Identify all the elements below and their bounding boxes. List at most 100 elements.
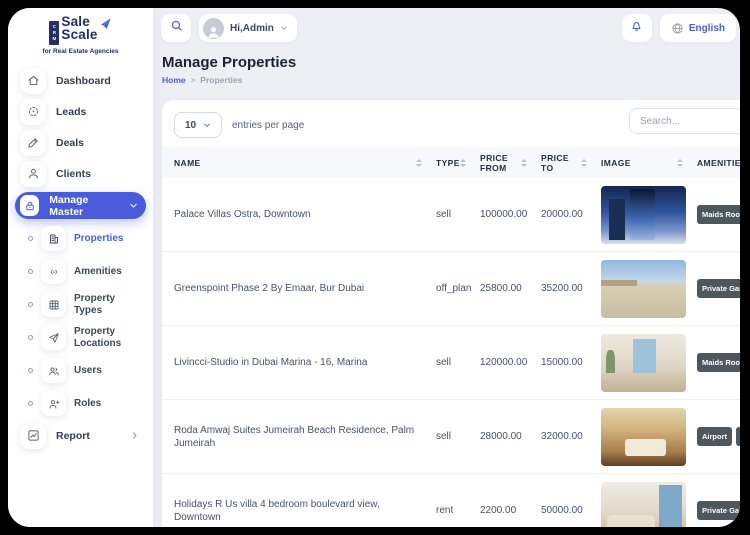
cell-price-from: 28000.00: [480, 430, 541, 443]
cell-price-from: 120000.00: [480, 356, 541, 369]
globe-icon: [671, 22, 684, 35]
sidebar-item-label: Amenities: [74, 266, 122, 278]
topbar: Hi,Admin English: [161, 13, 736, 43]
cell-price-to: 20000.00: [541, 208, 601, 221]
crm-badge: CRM: [49, 21, 59, 45]
cell-price-from: 2200.00: [480, 504, 541, 517]
sidebar-item-clients[interactable]: Clients: [8, 158, 153, 189]
paper-plane-icon: [96, 17, 112, 38]
sort-icon: [416, 159, 422, 167]
cell-price-from: 100000.00: [480, 208, 541, 221]
sidebar-item-report[interactable]: Report: [8, 420, 153, 451]
cell-image: [601, 408, 697, 466]
sidebar-item-label: Users: [74, 365, 102, 377]
sidebar-item-amenities[interactable]: Amenities: [8, 255, 153, 288]
bullet-icon: [28, 269, 33, 274]
table-row[interactable]: Greenspoint Phase 2 By Emaar, Bur Dubai …: [162, 252, 740, 326]
page-head: Manage Properties Home > Properties: [162, 54, 296, 85]
logo-tagline: for Real Estate Agencies: [8, 48, 153, 55]
table-body: Palace Villas Ostra, Downtown sell 10000…: [162, 178, 740, 527]
column-label: NAME: [174, 158, 201, 168]
sidebar-item-deals[interactable]: Deals: [8, 127, 153, 158]
chevron-right-icon: [130, 431, 139, 440]
bullet-icon: [28, 401, 33, 406]
table-row[interactable]: Livincci-Studio in Dubai Marina - 16, Ma…: [162, 326, 740, 400]
bullet-icon: [28, 335, 33, 340]
users-icon: [41, 358, 66, 383]
cell-amenities: Private Garden: [697, 279, 740, 298]
column-label: AMENITIES: [697, 158, 740, 168]
column-label: IMAGE: [601, 158, 631, 168]
property-image: [601, 334, 686, 392]
chevron-down-icon: [280, 24, 288, 32]
entries-per-page-select[interactable]: 10: [174, 112, 222, 138]
user-icon: [20, 161, 46, 187]
amenity-badge: Maids Room: [697, 353, 740, 372]
sidebar-item-label: Report: [56, 430, 90, 442]
table-row[interactable]: Palace Villas Ostra, Downtown sell 10000…: [162, 178, 740, 252]
user-name: Hi,Admin: [230, 23, 274, 34]
home-icon: [20, 68, 46, 94]
page-title: Manage Properties: [162, 54, 296, 71]
language-selector[interactable]: English: [660, 14, 736, 42]
column-label: PRICE TO: [541, 153, 581, 173]
property-image: [601, 186, 686, 244]
column-header-type[interactable]: TYPE: [436, 158, 480, 168]
sidebar-item-manage-master[interactable]: Manage Master: [15, 192, 146, 219]
table-row[interactable]: Roda Amwaj Suites Jumeirah Beach Residen…: [162, 400, 740, 474]
column-header-image[interactable]: IMAGE: [601, 158, 697, 168]
cell-image: [601, 482, 697, 528]
amenity-badge: Maids Room: [697, 205, 740, 224]
cell-type: rent: [436, 504, 480, 517]
table-row[interactable]: Holidays R Us villa 4 bedroom boulevard …: [162, 474, 740, 527]
sidebar-item-label: Manage Master: [49, 194, 119, 218]
property-image: [601, 408, 686, 466]
cell-image: [601, 186, 697, 244]
sort-icon: [677, 159, 683, 167]
cell-type: off_plan: [436, 282, 480, 295]
sort-icon: [581, 159, 587, 167]
search-button[interactable]: [161, 14, 191, 42]
cell-price-to: 50000.00: [541, 504, 601, 517]
amenity-badge: Private Garden: [697, 279, 740, 298]
sidebar-nav: Dashboard Leads Deals Clients Manage Mas…: [8, 65, 153, 451]
breadcrumb-home[interactable]: Home: [162, 75, 186, 85]
search-input[interactable]: [629, 108, 740, 134]
cell-amenities: Airport Private Garden: [697, 427, 740, 446]
sidebar-item-users[interactable]: Users: [8, 354, 153, 387]
sidebar-item-properties[interactable]: Properties: [8, 222, 153, 255]
entries-label: entries per page: [232, 120, 304, 131]
column-header-price-from[interactable]: PRICE FROM: [480, 153, 541, 173]
main-content: Hi,Admin English Manage Properties: [153, 8, 740, 527]
cell-price-to: 35200.00: [541, 282, 601, 295]
column-header-name[interactable]: NAME: [174, 158, 436, 168]
sidebar-item-leads[interactable]: Leads: [8, 96, 153, 127]
column-header-price-to[interactable]: PRICE TO: [541, 153, 601, 173]
properties-table: NAME TYPE PRICE FROM PRICE TO IMAGE AMEN…: [162, 147, 740, 527]
sidebar-item-label: Deals: [56, 137, 84, 149]
sidebar-item-roles[interactable]: Roles: [8, 387, 153, 420]
sidebar-item-dashboard[interactable]: Dashboard: [8, 65, 153, 96]
user-menu[interactable]: Hi,Admin: [199, 14, 297, 42]
properties-card: 10 entries per page NAME TYPE PRICE FROM…: [162, 100, 740, 527]
cell-type: sell: [436, 356, 480, 369]
app-logo[interactable]: CRM SaleScale for Real Estate Agencies: [8, 8, 153, 55]
sidebar-item-property-locations[interactable]: Property Locations: [8, 321, 153, 354]
signal-icon: [41, 259, 66, 284]
cell-amenities: Maids Room: [697, 353, 740, 372]
sidebar-item-label: Leads: [56, 106, 86, 118]
cell-name: Holidays R Us villa 4 bedroom boulevard …: [174, 498, 436, 524]
bell-icon: [630, 19, 643, 37]
user-plus-icon: [41, 391, 66, 416]
property-image: [601, 482, 686, 528]
sidebar-item-label: Property Locations: [74, 326, 136, 350]
entries-value: 10: [185, 120, 196, 131]
amenity-badge: Airport: [697, 427, 732, 446]
column-label: TYPE: [436, 158, 460, 168]
sidebar-item-property-types[interactable]: Property Types: [8, 288, 153, 321]
chart-icon: [20, 423, 46, 449]
bullet-icon: [28, 236, 33, 241]
amenity-badge: Private Garden: [736, 427, 740, 446]
chevron-down-icon: [129, 201, 138, 210]
notifications-button[interactable]: [622, 14, 652, 42]
